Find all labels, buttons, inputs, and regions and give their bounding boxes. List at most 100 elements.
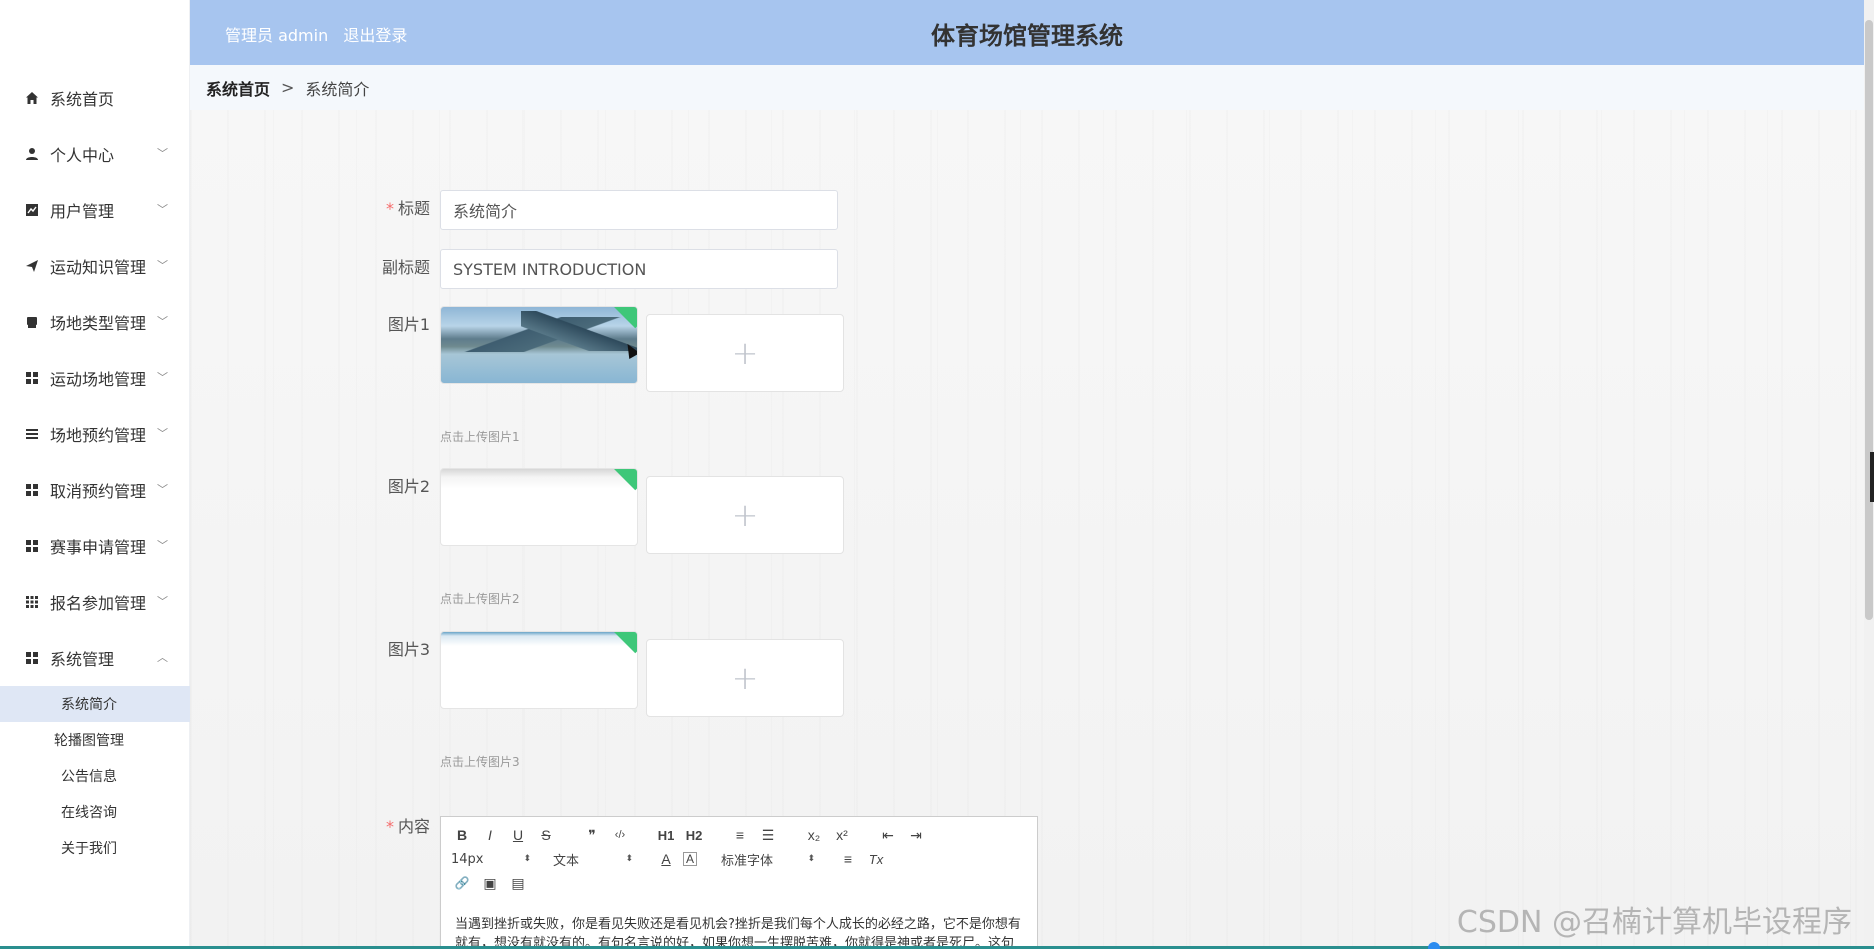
indent-button[interactable]: ⇥ [905,825,927,845]
title-input[interactable] [440,190,838,230]
link-icon[interactable]: 🔗 [451,873,473,893]
list-icon [24,426,40,442]
scrollbar-thumb[interactable] [1865,20,1873,620]
sidebar-item-home[interactable]: 系统首页 [0,70,190,126]
submenu-item-label: 公告信息 [61,769,117,785]
text-type-select[interactable]: 文本 ⬍ [553,850,633,869]
sidebar-item-sports-knowledge[interactable]: 运动知识管理 ﹀ [0,238,190,294]
sidebar-item-system[interactable]: 系统管理 ︿ [0,630,190,686]
background-color-button[interactable]: A [683,852,697,866]
subscript-button[interactable]: x₂ [803,825,825,845]
sidebar-item-label: 系统首页 [50,90,115,109]
chart-icon [24,202,40,218]
home-icon [24,90,40,106]
content-label: * 内容 [190,808,440,846]
ordered-list-button[interactable]: ≡ [729,825,751,845]
sidebar-item-reservations[interactable]: 场地预约管理 ﹀ [0,406,190,462]
sidebar-item-label: 取消预约管理 [50,482,147,501]
image2-upload-group: + 点击上传图片2 [440,468,844,607]
font-family-select[interactable]: 标准字体 ⬍ [721,850,815,869]
image-icon[interactable]: ▣ [479,873,501,893]
sidebar-item-users[interactable]: 用户管理 ﹀ [0,182,190,238]
subtitle-label: 副标题 [381,258,430,277]
sidebar-item-personal[interactable]: 个人中心 ﹀ [0,126,190,182]
image3-thumbs: + [440,631,844,717]
success-corner-icon [609,632,637,654]
content-label-text: 内容 [397,817,430,836]
align-button[interactable]: ≡ [837,849,859,869]
submenu-item-consult[interactable]: 在线咨询 [0,794,190,830]
toolbar-row: B I U S ❞ ‹/› H1 H2 ≡ ☰ x₂ x² ⇤ ⇥ [451,823,1027,847]
submenu-item-notices[interactable]: 公告信息 [0,758,190,794]
font-size-value: 14px [451,851,484,867]
breadcrumb-current: 系统简介 [305,79,370,99]
subtitle-input[interactable] [440,249,838,289]
image1-label: 图片1 [387,315,430,334]
sidebar-item-label: 运动场地管理 [50,370,147,389]
submenu-item-label: 系统简介 [61,697,117,713]
toolbar-row: 14px ⬍ 文本 ⬍ A A 标准字体 ⬍ ≡ Tx [451,847,1027,871]
image3-upload-button[interactable]: + [646,639,844,717]
drag-handle[interactable] [1428,942,1440,949]
image2-thumbs: + [440,468,844,554]
submenu-item-about[interactable]: 关于我们 [0,830,190,866]
underline-button[interactable]: U [507,825,529,845]
grid-icon [24,650,40,666]
font-size-select[interactable]: 14px ⬍ [451,852,531,867]
sidebar-item-label: 个人中心 [50,146,115,165]
chevron-down-icon: ﹀ [157,427,168,441]
heading2-button[interactable]: H2 [683,825,705,845]
outdent-button[interactable]: ⇤ [877,825,899,845]
clear-format-button[interactable]: Tx [865,849,887,869]
sidebar-item-events[interactable]: 赛事申请管理 ﹀ [0,518,190,574]
video-icon[interactable]: ▤ [507,873,529,893]
text-type-value: 文本 [553,853,580,869]
font-color-button[interactable]: A [655,849,677,869]
select-arrows-icon: ⬍ [523,854,531,864]
chevron-down-icon: ﹀ [157,371,168,385]
sidebar-item-label: 用户管理 [50,202,115,221]
strikethrough-button[interactable]: S [535,825,557,845]
select-arrows-icon: ⬍ [807,854,815,864]
image2-row: 图片2 + 点击上传图片2 [190,468,844,607]
image3-upload-tip: 点击上传图片3 [440,755,520,769]
sidebar-item-label: 场地类型管理 [50,314,147,333]
content-row: * 内容 B I U S ❞ ‹/› H1 H2 ≡ ☰ x₂ x² ⇤ ⇥ 1… [190,808,1038,949]
mountain-shape [521,311,637,351]
code-block-button[interactable]: ‹/› [609,825,631,845]
image2-upload-button[interactable]: + [646,476,844,554]
font-family-value: 标准字体 [721,853,774,869]
heading1-button[interactable]: H1 [655,825,677,845]
user-icon [24,146,40,162]
bold-button[interactable]: B [451,825,473,845]
bullet-list-button[interactable]: ☰ [757,825,779,845]
breadcrumb-separator: > [281,78,295,97]
image1-upload-button[interactable]: + [646,314,844,392]
required-mark: * [385,199,394,218]
sidebar-item-label: 运动知识管理 [50,258,147,277]
submenu-item-system-intro[interactable]: 系统简介 [0,686,190,722]
chevron-down-icon: ﹀ [157,203,168,217]
breadcrumb-home[interactable]: 系统首页 [206,76,270,100]
chevron-up-icon: ︿ [157,651,168,665]
image3-thumbnail[interactable] [440,631,638,709]
scroll-position-marker [1870,452,1874,502]
success-corner-icon [609,469,637,491]
italic-button[interactable]: I [479,825,501,845]
sidebar-item-registrations[interactable]: 报名参加管理 ﹀ [0,574,190,630]
sidebar-item-venue-types[interactable]: 场地类型管理 ﹀ [0,294,190,350]
sidebar-menu: 系统首页 个人中心 ﹀ 用户管理 ﹀ 运动知识管理 ﹀ 场地类型管理 ﹀ 运动场… [0,70,190,866]
rich-text-editor[interactable]: B I U S ❞ ‹/› H1 H2 ≡ ☰ x₂ x² ⇤ ⇥ 14px ⬍… [440,816,1038,949]
image1-thumbnail[interactable] [440,306,638,384]
grid-icon [24,370,40,386]
submenu-item-carousel[interactable]: 轮播图管理 [0,722,190,758]
sidebar-item-cancellations[interactable]: 取消预约管理 ﹀ [0,462,190,518]
image2-thumbnail[interactable] [440,468,638,546]
sidebar-item-venues[interactable]: 运动场地管理 ﹀ [0,350,190,406]
superscript-button[interactable]: x² [831,825,853,845]
system-submenu: 系统简介 轮播图管理 公告信息 在线咨询 关于我们 [0,686,190,866]
blockquote-button[interactable]: ❞ [581,825,603,845]
editor-content[interactable]: 当遇到挫折或失败，你是看见失败还是看见机会?挫折是我们每个人成长的必经之路，它不… [455,915,1023,949]
select-arrows-icon: ⬍ [625,854,633,864]
sidebar-item-label: 赛事申请管理 [50,538,147,557]
